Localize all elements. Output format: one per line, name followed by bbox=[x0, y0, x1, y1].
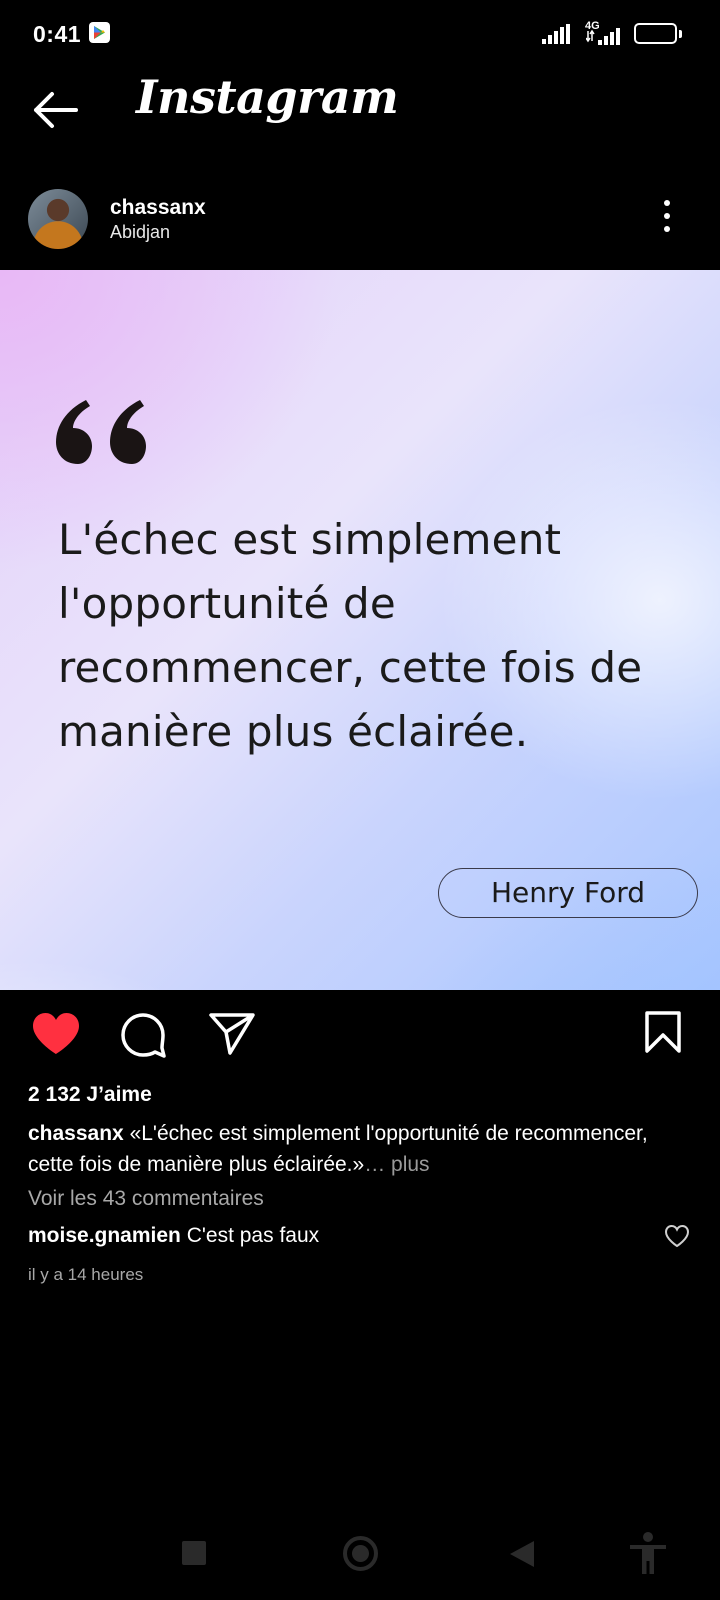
share-icon[interactable] bbox=[208, 1012, 256, 1056]
signal-icon-2 bbox=[586, 28, 620, 45]
post-caption[interactable]: chassanx «L'échec est simplement l'oppor… bbox=[28, 1118, 688, 1180]
post-username[interactable]: chassanx bbox=[110, 196, 206, 220]
more-vertical-icon[interactable] bbox=[660, 200, 674, 240]
quote-mark-icon bbox=[56, 400, 146, 464]
bookmark-icon[interactable] bbox=[644, 1010, 682, 1054]
quote-author: Henry Ford bbox=[438, 868, 698, 918]
accessibility-icon[interactable] bbox=[630, 1532, 666, 1574]
post-location[interactable]: Abidjan bbox=[110, 222, 170, 243]
comment-username[interactable]: moise.gnamien bbox=[28, 1224, 181, 1247]
back-arrow-icon[interactable] bbox=[32, 90, 80, 130]
play-store-icon bbox=[89, 22, 110, 43]
recent-apps-button[interactable] bbox=[182, 1541, 206, 1565]
comment-heart-icon[interactable] bbox=[664, 1224, 690, 1248]
status-time: 0:41 bbox=[33, 21, 82, 47]
post-timestamp: il y a 14 heures bbox=[28, 1265, 144, 1284]
battery-cap bbox=[679, 30, 682, 38]
post-quote-text: L'échec est simplement l'opportunité de … bbox=[58, 515, 643, 756]
battery-level: 80 bbox=[648, 26, 663, 41]
battery-icon: 80 bbox=[634, 23, 677, 44]
signal-icon bbox=[542, 24, 570, 44]
nav-back-button[interactable] bbox=[510, 1541, 534, 1567]
top-comment: moise.gnamien C'est pas faux bbox=[28, 1224, 319, 1248]
comment-text: C'est pas faux bbox=[186, 1224, 320, 1247]
likes-count[interactable]: 2 132 J’aime bbox=[28, 1083, 152, 1107]
app-title: Instagram bbox=[136, 70, 399, 124]
home-button[interactable] bbox=[343, 1536, 378, 1571]
status-bar: 0:41 4G 80 bbox=[0, 0, 720, 70]
avatar[interactable] bbox=[28, 189, 88, 249]
caption-username[interactable]: chassanx bbox=[28, 1122, 124, 1145]
view-comments-link[interactable]: Voir les 43 commentaires bbox=[28, 1187, 264, 1211]
heart-icon[interactable] bbox=[31, 1012, 81, 1056]
caption-more-link[interactable]: … plus bbox=[364, 1153, 429, 1176]
comment-icon[interactable] bbox=[120, 1012, 166, 1058]
